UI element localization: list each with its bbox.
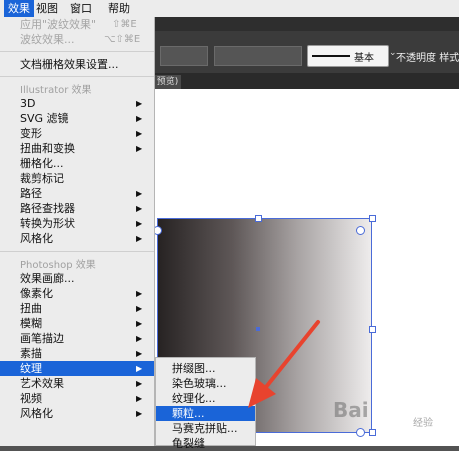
annotation-arrow <box>248 320 320 408</box>
baidu-watermark: Bai <box>333 398 369 422</box>
baidu-watermark-sub: 经验 <box>413 418 433 429</box>
